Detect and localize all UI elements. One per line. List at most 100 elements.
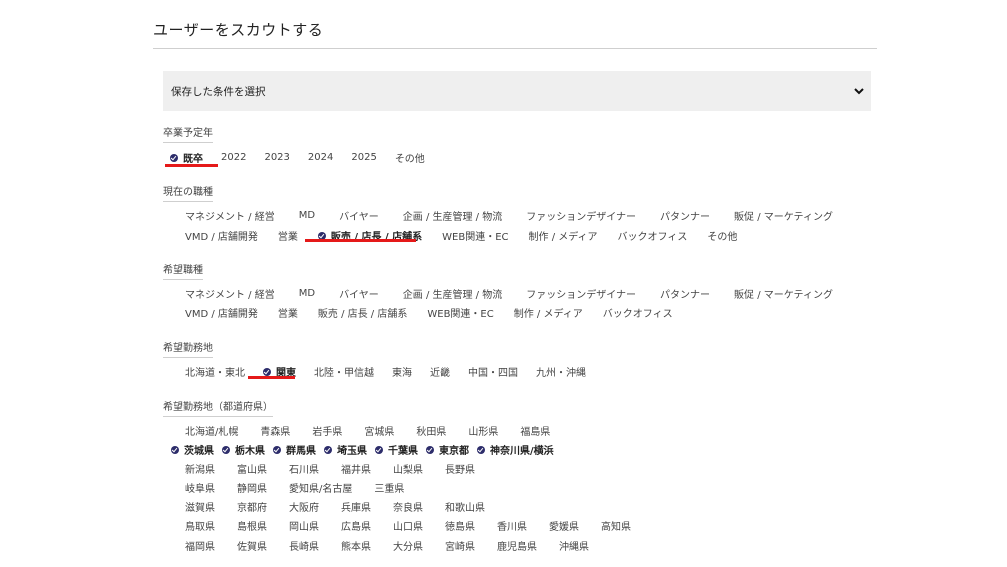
filter-option-label: バイヤー (339, 212, 379, 223)
filter-option[interactable]: 茨城県 (171, 442, 214, 457)
filter-option[interactable]: 大阪府 (289, 499, 319, 514)
filter-option[interactable]: VMD / 店舗開発 (185, 228, 258, 243)
filter-option[interactable]: 岡山県 (289, 518, 319, 533)
filter-option[interactable]: マネジメント / 経営 (185, 208, 275, 223)
filter-option[interactable]: 2024 (308, 152, 333, 163)
filter-option[interactable]: 徳島県 (445, 518, 475, 533)
filter-option[interactable]: 高知県 (601, 518, 631, 533)
filter-option[interactable]: 福島県 (520, 423, 550, 438)
filter-option[interactable]: 販売 / 店長 / 店舗系 (318, 305, 407, 320)
filter-option[interactable]: 大分県 (393, 538, 423, 553)
filter-option[interactable]: 北陸・甲信越 (314, 364, 374, 379)
filter-option[interactable]: 企画 / 生産管理 / 物流 (403, 208, 502, 223)
filter-option-label: 岡山県 (289, 522, 319, 533)
filter-option[interactable]: WEB関連・EC (427, 305, 493, 320)
filter-option[interactable]: 富山県 (237, 461, 267, 476)
filter-option[interactable]: 制作 / メディア (514, 305, 583, 320)
filter-option[interactable]: 神奈川県/横浜 (477, 442, 554, 457)
page-title: ユーザーをスカウトする (153, 21, 324, 39)
filter-option-label: 制作 / メディア (513, 309, 583, 320)
filter-option[interactable]: 北海道/札幌 (185, 423, 238, 438)
filter-option[interactable]: 広島県 (341, 518, 371, 533)
filter-option[interactable]: バックオフィス (618, 228, 688, 243)
filter-option[interactable]: 2022 (221, 152, 246, 163)
filter-option[interactable]: 営業 (278, 305, 298, 320)
filter-option[interactable]: 中国・四国 (468, 364, 518, 379)
filter-option[interactable]: 既卒 (170, 150, 203, 165)
filter-option[interactable]: 福岡県 (185, 538, 215, 553)
filter-option[interactable]: ファッションデザイナー (526, 286, 636, 301)
prefecture-row: 岐阜県 静岡県 愛知県/名古屋 三重県 (185, 480, 426, 495)
graduation-label: 卒業予定年 (163, 124, 213, 143)
filter-option[interactable]: 販促 / マーケティング (734, 286, 833, 301)
filter-option[interactable]: バイヤー (339, 208, 379, 223)
filter-option[interactable]: 山形県 (468, 423, 498, 438)
filter-option[interactable]: 栃木県 (222, 442, 265, 457)
filter-option[interactable]: 沖縄県 (559, 538, 589, 553)
filter-option[interactable]: 制作 / メディア (529, 228, 598, 243)
prefecture-row: 茨城県 栃木県 群馬県 埼玉県 千葉県 東京都 神奈川県/横浜 (171, 442, 562, 457)
filter-option[interactable]: 群馬県 (273, 442, 316, 457)
filter-option[interactable]: VMD / 店舗開発 (185, 305, 258, 320)
filter-option[interactable]: 山梨県 (393, 461, 423, 476)
filter-option[interactable]: 販促 / マーケティング (734, 208, 833, 223)
filter-option[interactable]: 滋賀県 (185, 499, 215, 514)
filter-option[interactable]: マネジメント / 経営 (185, 286, 275, 301)
filter-option[interactable]: 奈良県 (393, 499, 423, 514)
filter-option[interactable]: 近畿 (430, 364, 450, 379)
filter-option[interactable]: 長野県 (445, 461, 475, 476)
filter-option-label: 営業 (277, 309, 298, 320)
filter-option[interactable]: 鳥取県 (185, 518, 215, 533)
filter-option[interactable]: 京都府 (237, 499, 267, 514)
filter-option[interactable]: 静岡県 (237, 480, 267, 495)
filter-option-label: 福岡県 (185, 542, 215, 553)
filter-option[interactable]: 香川県 (497, 518, 527, 533)
filter-option[interactable]: 宮城県 (364, 423, 394, 438)
filter-option[interactable]: 九州・沖縄 (536, 364, 586, 379)
filter-option[interactable]: MD (299, 288, 315, 299)
filter-option[interactable]: 秋田県 (416, 423, 446, 438)
filter-option[interactable]: 兵庫県 (341, 499, 371, 514)
filter-option-label: 北海道/札幌 (185, 427, 239, 438)
filter-option[interactable]: 新潟県 (185, 461, 215, 476)
filter-option[interactable]: 長崎県 (289, 538, 319, 553)
filter-option[interactable]: 和歌山県 (445, 499, 485, 514)
filter-option[interactable]: 千葉県 (375, 442, 418, 457)
filter-option[interactable]: 2025 (351, 152, 376, 163)
filter-option[interactable]: 佐賀県 (237, 538, 267, 553)
filter-option[interactable]: 愛媛県 (549, 518, 579, 533)
filter-option-label: 奈良県 (393, 503, 423, 514)
filter-option[interactable]: 岩手県 (312, 423, 342, 438)
filter-option[interactable]: 東海 (392, 364, 412, 379)
filter-option[interactable]: MD (299, 210, 315, 221)
filter-option[interactable]: 宮崎県 (445, 538, 475, 553)
filter-option[interactable]: 企画 / 生産管理 / 物流 (403, 286, 502, 301)
filter-option[interactable]: その他 (707, 228, 737, 243)
filter-option[interactable]: 北海道・東北 (185, 364, 245, 379)
filter-option[interactable]: その他 (395, 150, 425, 165)
filter-option[interactable]: 鹿児島県 (497, 538, 537, 553)
prefecture-row: 新潟県 富山県 石川県 福井県 山梨県 長野県 (185, 461, 497, 476)
filter-option[interactable]: 2023 (264, 152, 289, 163)
filter-option[interactable]: 岐阜県 (185, 480, 215, 495)
filter-option[interactable]: 山口県 (393, 518, 423, 533)
filter-option[interactable]: バイヤー (339, 286, 379, 301)
filter-option[interactable]: 三重県 (374, 480, 404, 495)
filter-option-label: その他 (394, 154, 425, 165)
filter-option[interactable]: 石川県 (289, 461, 319, 476)
filter-option[interactable]: パタンナー (660, 286, 710, 301)
filter-option[interactable]: 営業 (278, 228, 298, 243)
filter-option[interactable]: 東京都 (426, 442, 469, 457)
filter-option[interactable]: 島根県 (237, 518, 267, 533)
filter-option[interactable]: 青森県 (260, 423, 290, 438)
filter-option[interactable]: 福井県 (341, 461, 371, 476)
filter-option[interactable]: WEB関連・EC (442, 228, 508, 243)
filter-option[interactable]: 埼玉県 (324, 442, 367, 457)
saved-conditions-select[interactable]: 保存した条件を選択 (163, 71, 871, 111)
filter-option[interactable]: バックオフィス (603, 305, 673, 320)
filter-option[interactable]: パタンナー (660, 208, 710, 223)
filter-option[interactable]: 熊本県 (341, 538, 371, 553)
filter-option-label: MD (298, 288, 316, 299)
filter-option[interactable]: ファッションデザイナー (526, 208, 636, 223)
filter-option[interactable]: 愛知県/名古屋 (289, 480, 352, 495)
